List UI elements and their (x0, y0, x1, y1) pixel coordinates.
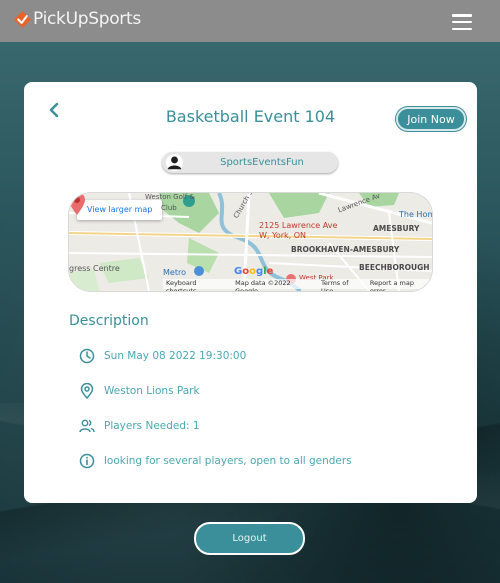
top-navbar: PickUpSports (0, 0, 500, 42)
map-label: Weston Golf & (145, 193, 195, 201)
map-label: gress Centre (69, 264, 120, 273)
user-avatar-icon (166, 154, 183, 171)
map-label: The Hom (399, 210, 432, 219)
clock-icon (79, 348, 95, 364)
map-label: Metro (163, 268, 186, 277)
google-logo: Google (234, 266, 274, 277)
event-datetime-row: Sun May 08 2022 19:30:00 (79, 347, 246, 365)
users-icon (79, 419, 95, 433)
join-now-button[interactable]: Join Now (396, 107, 466, 131)
brand-logo-icon (14, 10, 31, 28)
players-needed-row: Players Needed: 1 (79, 417, 200, 435)
map-label: Club (161, 204, 177, 212)
map-address-label: 2125 Lawrence Ave W, York, ON (259, 221, 338, 240)
hamburger-menu-icon[interactable] (452, 14, 472, 30)
brand-name: PickUpSports (33, 9, 141, 29)
view-larger-map-link[interactable]: View larger map (77, 200, 163, 220)
event-card: Basketball Event 104 Join Now SportsEven… (24, 82, 477, 503)
keyboard-shortcuts-link[interactable]: Keyboard shortcuts (166, 279, 226, 291)
map-footer: Keyboard shortcuts Map data ©2022 Google… (163, 279, 432, 291)
event-info-row: looking for several players, open to all… (79, 452, 352, 470)
players-needed: Players Needed: 1 (104, 420, 200, 432)
terms-of-use-link[interactable]: Terms of Use (321, 279, 361, 291)
event-info: looking for several players, open to all… (104, 455, 352, 467)
map-label: AMESBURY (373, 224, 420, 233)
menu-bar (452, 14, 472, 17)
menu-bar (452, 20, 472, 24)
map-label: BROOKHAVEN-AMESBURY (291, 245, 400, 254)
event-location: Weston Lions Park (104, 385, 200, 397)
info-icon (79, 453, 95, 469)
menu-bar (452, 27, 472, 30)
logout-button[interactable]: Logout (194, 522, 305, 555)
map-label: BEECHBOROUGH (359, 263, 430, 272)
host-profile-pill[interactable]: SportsEventsFun (162, 152, 338, 173)
location-map[interactable]: View larger map Weston Golf & Club Churc… (69, 193, 432, 291)
report-map-error-link[interactable]: Report a map error (370, 279, 429, 291)
description-heading: Description (69, 313, 149, 329)
location-pin-icon (80, 383, 94, 399)
event-datetime: Sun May 08 2022 19:30:00 (104, 350, 247, 362)
event-location-row: Weston Lions Park (79, 382, 200, 400)
brand[interactable]: PickUpSports (14, 9, 141, 29)
map-marker-icon[interactable] (69, 193, 85, 215)
host-name: SportsEventsFun (220, 157, 304, 168)
map-data-credit: Map data ©2022 Google (235, 279, 291, 291)
